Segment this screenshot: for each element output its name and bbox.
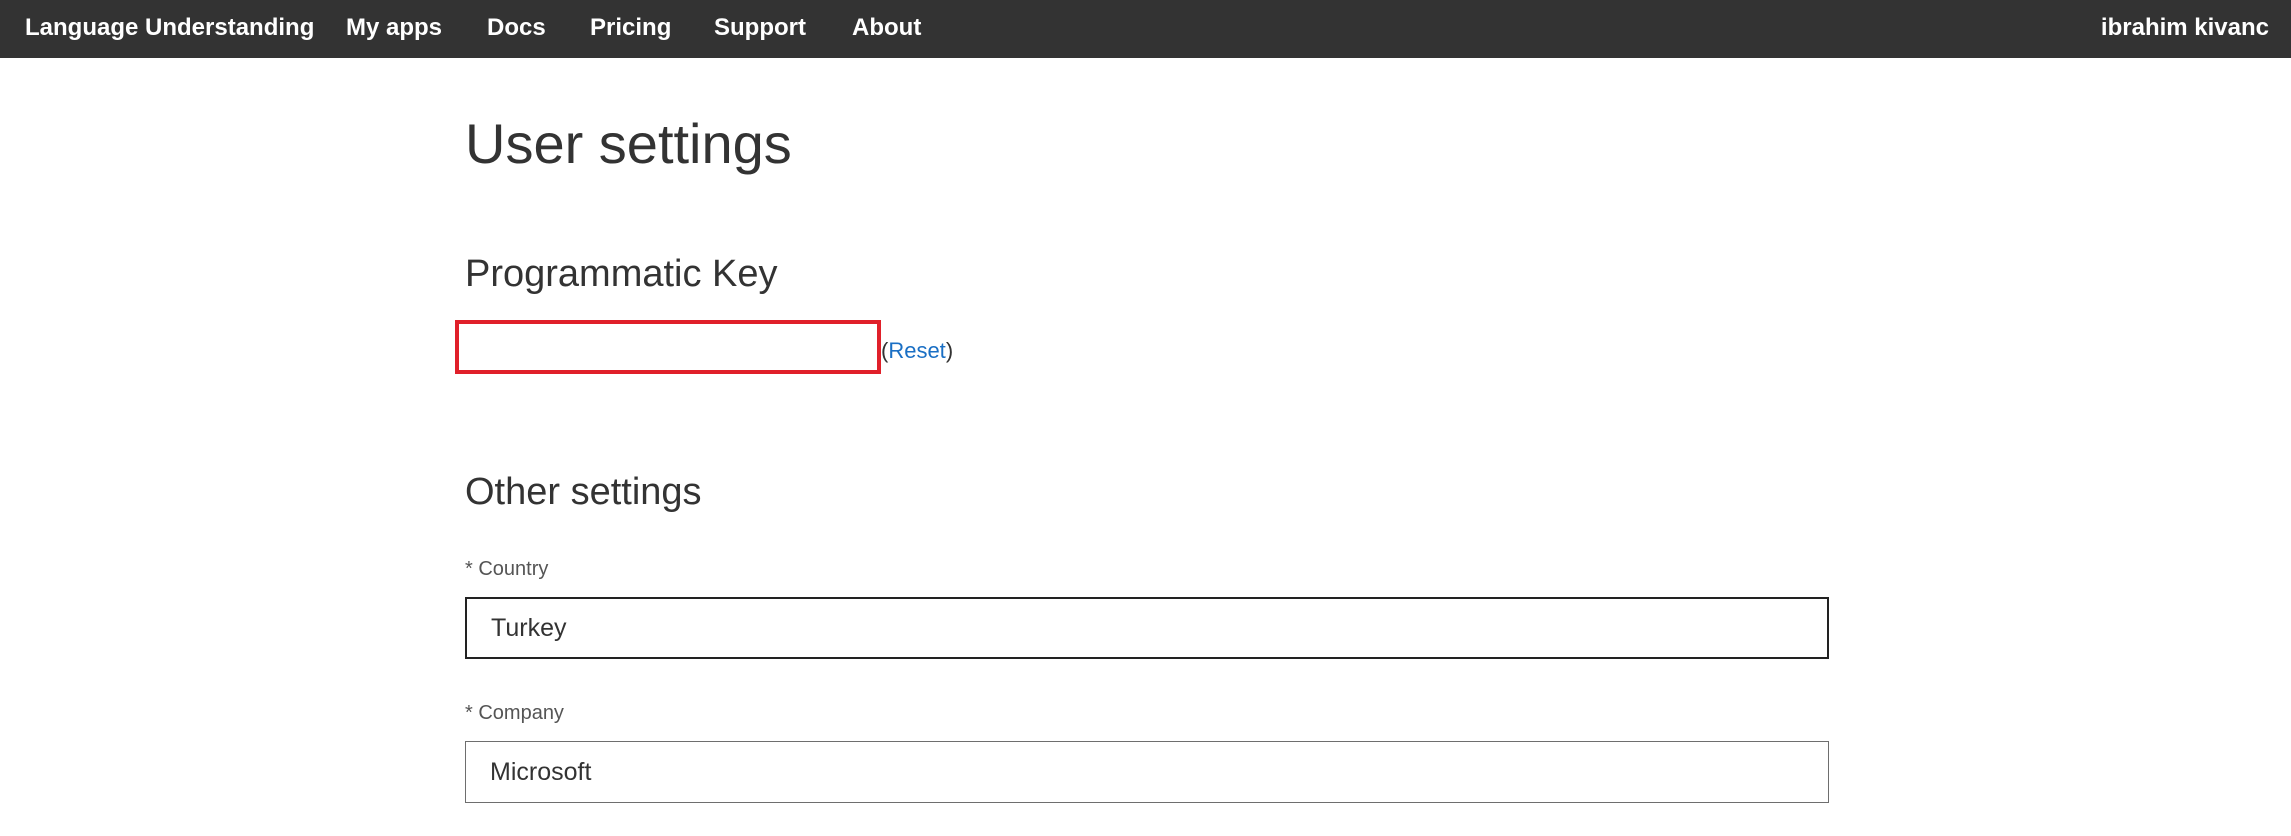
country-field[interactable]: [465, 597, 1829, 659]
nav-link-pricing[interactable]: Pricing: [590, 0, 671, 56]
company-label: * Company: [465, 702, 564, 724]
nav-link-support[interactable]: Support: [714, 0, 806, 56]
programmatic-key-heading: Programmatic Key: [465, 253, 778, 295]
user-menu[interactable]: ibrahim kivanc: [2101, 0, 2269, 56]
programmatic-key-value: [455, 320, 881, 374]
nav-link-my-apps[interactable]: My apps: [346, 0, 442, 56]
brand-link[interactable]: Language Understanding: [25, 0, 314, 56]
programmatic-key-row: (Reset): [455, 320, 953, 374]
country-label: * Country: [465, 558, 549, 580]
reset-close-paren: ): [945, 338, 954, 363]
reset-key-link[interactable]: Reset: [888, 338, 945, 363]
other-settings-heading: Other settings: [465, 471, 702, 513]
company-field[interactable]: [465, 741, 1829, 803]
top-navigation-bar: Language Understanding My apps Docs Pric…: [0, 0, 2291, 58]
nav-link-docs[interactable]: Docs: [487, 0, 546, 56]
page-title: User settings: [465, 112, 792, 175]
reset-wrapper: (Reset): [881, 338, 953, 364]
nav-link-about[interactable]: About: [852, 0, 921, 56]
